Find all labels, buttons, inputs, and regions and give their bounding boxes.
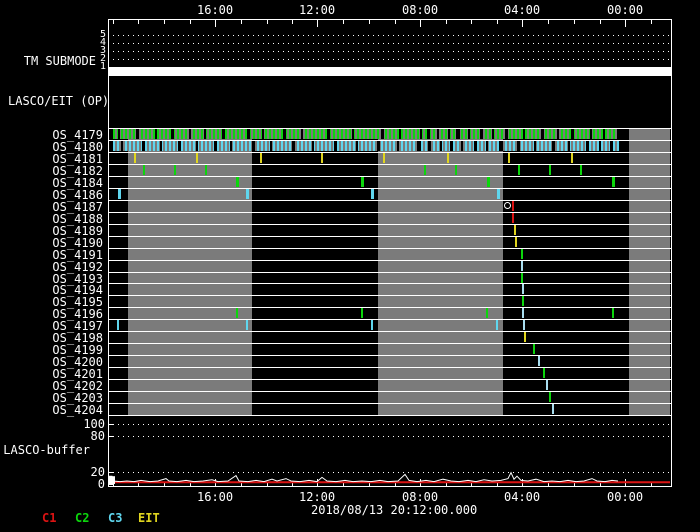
buffer-fill-trace <box>108 471 619 483</box>
buffer-start-block <box>108 476 115 484</box>
buffer-trace-plot <box>108 471 670 484</box>
lasco-eit-planning-screen: TM SUBMODE LASCO/EIT (OP) LASCO-buffer 2… <box>0 0 700 532</box>
